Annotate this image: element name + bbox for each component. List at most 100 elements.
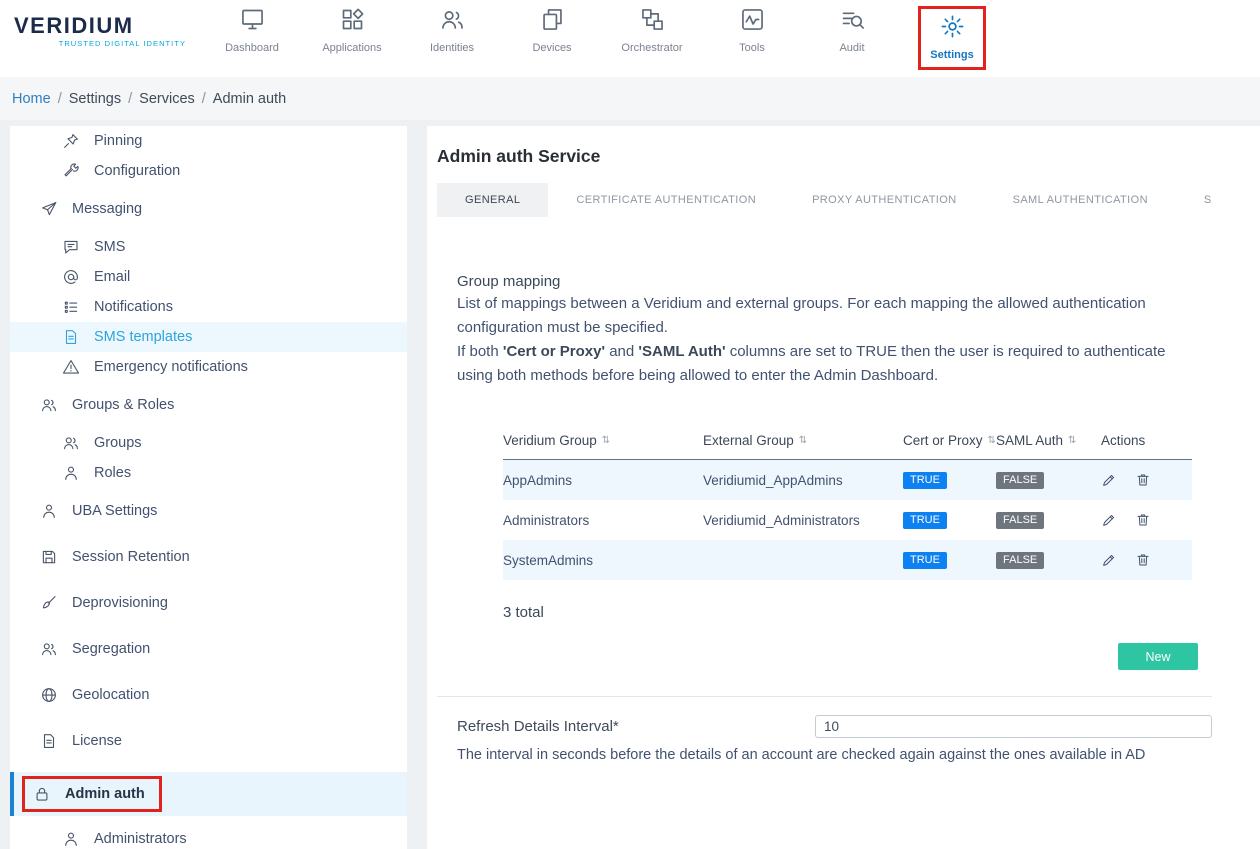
nav-item-tools[interactable]: Tools: [702, 6, 802, 70]
floppy-disk-icon: [40, 548, 58, 566]
nav-item-identities[interactable]: Identities: [402, 6, 502, 70]
sidebar-item-sms-templates[interactable]: SMS templates: [10, 322, 407, 352]
sidebar-item-groups-roles[interactable]: Groups & Roles: [10, 390, 407, 420]
tab-general[interactable]: GENERAL: [437, 183, 548, 217]
nav-item-orchestrator[interactable]: Orchestrator: [602, 6, 702, 70]
sidebar-item-segregation[interactable]: Segregation: [10, 634, 407, 664]
group-mapping-description: List of mappings between a Veridium and …: [457, 292, 1205, 388]
sidebar-item-notifications[interactable]: Notifications: [10, 292, 407, 322]
column-header-cert-or-proxy[interactable]: Cert or Proxy ⇅: [903, 433, 996, 448]
annotation-box-settings: Settings: [918, 6, 985, 70]
description-line-2-and: and: [605, 343, 638, 360]
sort-icon[interactable]: ⇅: [602, 435, 610, 446]
delete-icon[interactable]: [1135, 512, 1151, 528]
tab-certificate-authentication[interactable]: CERTIFICATE AUTHENTICATION: [548, 183, 784, 217]
nav-item-audit[interactable]: Audit: [802, 6, 902, 70]
tab-proxy-authentication[interactable]: PROXY AUTHENTICATION: [784, 183, 985, 217]
sidebar-item-sms[interactable]: SMS: [10, 232, 407, 262]
column-label: Actions: [1101, 433, 1145, 448]
breadcrumb-admin-auth: Admin auth: [213, 91, 286, 107]
warning-triangle-icon: [62, 358, 80, 376]
false-badge: FALSE: [996, 552, 1044, 569]
tab-saml-authentication[interactable]: SAML AUTHENTICATION: [985, 183, 1176, 217]
license-document-icon: [40, 732, 58, 750]
group-mapping-section: Group mapping List of mappings between a…: [457, 273, 1212, 388]
logo-tagline: TRUSTED DIGITAL IDENTITY: [14, 39, 186, 48]
column-header-veridium-group[interactable]: Veridium Group ⇅: [503, 433, 703, 448]
sidebar-item-configuration[interactable]: Configuration: [10, 156, 407, 186]
nav-item-dashboard[interactable]: Dashboard: [202, 6, 302, 70]
sidebar-item-administrators[interactable]: Administrators: [10, 824, 407, 849]
external-group-cell: Veridiumid_AppAdmins: [703, 473, 903, 488]
globe-icon: [40, 686, 58, 704]
refresh-interval-input[interactable]: [815, 715, 1212, 738]
primary-nav: Dashboard Applications Identities Device…: [202, 6, 1002, 70]
actions-cell: [1101, 512, 1192, 528]
identities-icon: [439, 6, 466, 33]
sidebar-item-license[interactable]: License: [10, 726, 407, 756]
breadcrumb: Home / Settings / Services / Admin auth: [0, 77, 1260, 120]
delete-icon[interactable]: [1135, 552, 1151, 568]
veridium-logo[interactable]: VERIDIUM TRUSTED DIGITAL IDENTITY: [14, 14, 186, 48]
breadcrumb-settings[interactable]: Settings: [69, 91, 121, 107]
annotation-box-admin-auth: Admin auth: [22, 776, 162, 812]
roles-icon: [62, 464, 80, 482]
sidebar-item-admin-auth[interactable]: Admin auth: [10, 772, 407, 816]
top-bar: VERIDIUM TRUSTED DIGITAL IDENTITY Dashbo…: [0, 0, 1260, 77]
sidebar-item-roles[interactable]: Roles: [10, 458, 407, 488]
sidebar-item-messaging[interactable]: Messaging: [10, 194, 407, 224]
tools-icon: [739, 6, 766, 33]
bold-cert-or-proxy: 'Cert or Proxy': [503, 343, 605, 360]
external-group-cell: Veridiumid_Administrators: [703, 513, 903, 528]
sidebar-item-deprovisioning[interactable]: Deprovisioning: [10, 588, 407, 618]
dashboard-icon: [239, 6, 266, 33]
document-icon: [62, 328, 80, 346]
veridium-group-cell: Administrators: [503, 513, 703, 528]
breadcrumb-services[interactable]: Services: [139, 91, 195, 107]
at-sign-icon: [62, 268, 80, 286]
edit-icon[interactable]: [1101, 552, 1117, 568]
edit-icon[interactable]: [1101, 472, 1117, 488]
uba-person-icon: [40, 502, 58, 520]
veridium-group-cell: AppAdmins: [503, 473, 703, 488]
sidebar-item-pinning[interactable]: Pinning: [10, 126, 407, 156]
nav-item-settings[interactable]: Settings: [902, 6, 1002, 70]
breadcrumb-separator: /: [202, 91, 206, 107]
sidebar-item-groups[interactable]: Groups: [10, 428, 407, 458]
nav-item-devices[interactable]: Devices: [502, 6, 602, 70]
column-header-external-group[interactable]: External Group ⇅: [703, 433, 903, 448]
new-button-row: New: [437, 643, 1212, 670]
sidebar-item-emergency-notifications[interactable]: Emergency notifications: [10, 352, 407, 382]
applications-icon: [339, 6, 366, 33]
sort-icon[interactable]: ⇅: [988, 435, 996, 446]
sort-icon[interactable]: ⇅: [1068, 435, 1076, 446]
column-header-saml-auth[interactable]: SAML Auth ⇅: [996, 433, 1101, 448]
group-mapping-heading: Group mapping: [457, 273, 1212, 290]
breadcrumb-separator: /: [128, 91, 132, 107]
tab-saml-keys[interactable]: SAML KE: [1176, 183, 1212, 217]
bold-saml-auth: 'SAML Auth': [638, 343, 725, 360]
wrench-icon: [62, 162, 80, 180]
sidebar-item-session-retention[interactable]: Session Retention: [10, 542, 407, 572]
new-button[interactable]: New: [1118, 643, 1198, 670]
true-badge: TRUE: [903, 512, 947, 529]
nav-item-applications[interactable]: Applications: [302, 6, 402, 70]
breadcrumb-home[interactable]: Home: [12, 91, 51, 107]
cert-or-proxy-cell: TRUE: [903, 511, 996, 529]
column-header-actions: Actions: [1101, 433, 1192, 448]
edit-icon[interactable]: [1101, 512, 1117, 528]
table-row: Administrators Veridiumid_Administrators…: [503, 500, 1192, 540]
groups-icon: [62, 434, 80, 452]
sidebar-item-geolocation[interactable]: Geolocation: [10, 680, 407, 710]
column-label: SAML Auth: [996, 433, 1063, 448]
table-total-count: 3 total: [503, 604, 1212, 621]
send-icon: [40, 200, 58, 218]
table-header-row: Veridium Group ⇅ External Group ⇅ Cert o…: [503, 422, 1192, 460]
refresh-interval-label: Refresh Details Interval*: [457, 718, 815, 735]
delete-icon[interactable]: [1135, 472, 1151, 488]
sort-icon[interactable]: ⇅: [799, 435, 807, 446]
sidebar-item-email[interactable]: Email: [10, 262, 407, 292]
cert-or-proxy-cell: TRUE: [903, 551, 996, 569]
segregation-people-icon: [40, 640, 58, 658]
sidebar-item-uba-settings[interactable]: UBA Settings: [10, 496, 407, 526]
